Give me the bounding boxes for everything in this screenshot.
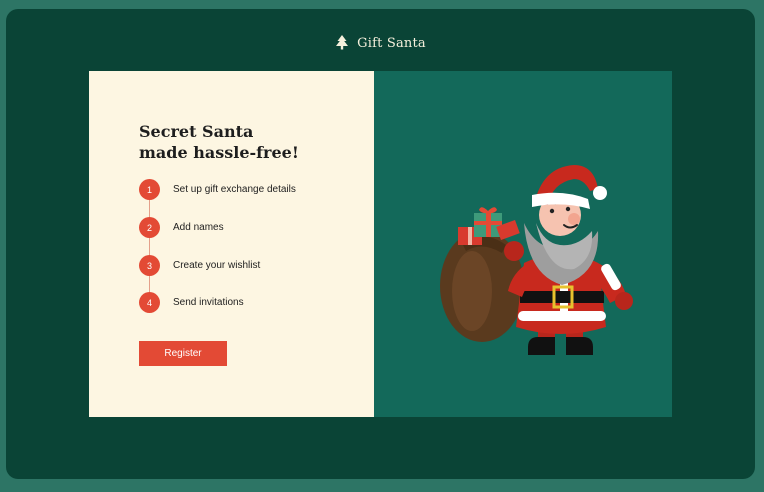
steps-connector <box>149 189 150 303</box>
illustration-panel <box>374 71 672 417</box>
step-label: Set up gift exchange details <box>173 184 296 195</box>
step-number: 3 <box>139 255 160 276</box>
step-label: Add names <box>173 222 224 233</box>
step-number: 4 <box>139 292 160 313</box>
page-title: Secret Santa made hassle-free! <box>139 121 299 163</box>
step-number: 1 <box>139 179 160 200</box>
app-frame: Gift Santa Secret Santa made hassle-free… <box>6 9 755 479</box>
step-item: 2 Add names <box>139 217 224 238</box>
title-line-2: made hassle-free! <box>139 143 299 162</box>
title-line-1: Secret Santa <box>139 122 254 141</box>
step-label: Send invitations <box>173 297 244 308</box>
step-item: 4 Send invitations <box>139 292 244 313</box>
register-button[interactable]: Register <box>139 341 227 366</box>
tree-icon <box>336 35 349 50</box>
intro-panel: Secret Santa made hassle-free! 1 Set up … <box>89 71 374 417</box>
step-label: Create your wishlist <box>173 260 261 271</box>
step-item: 3 Create your wishlist <box>139 255 260 276</box>
brand-name[interactable]: Gift Santa <box>357 36 426 51</box>
step-number: 2 <box>139 217 160 238</box>
santa-illustration <box>440 165 633 355</box>
header: Gift Santa <box>6 31 755 55</box>
step-item: 1 Set up gift exchange details <box>139 179 296 200</box>
